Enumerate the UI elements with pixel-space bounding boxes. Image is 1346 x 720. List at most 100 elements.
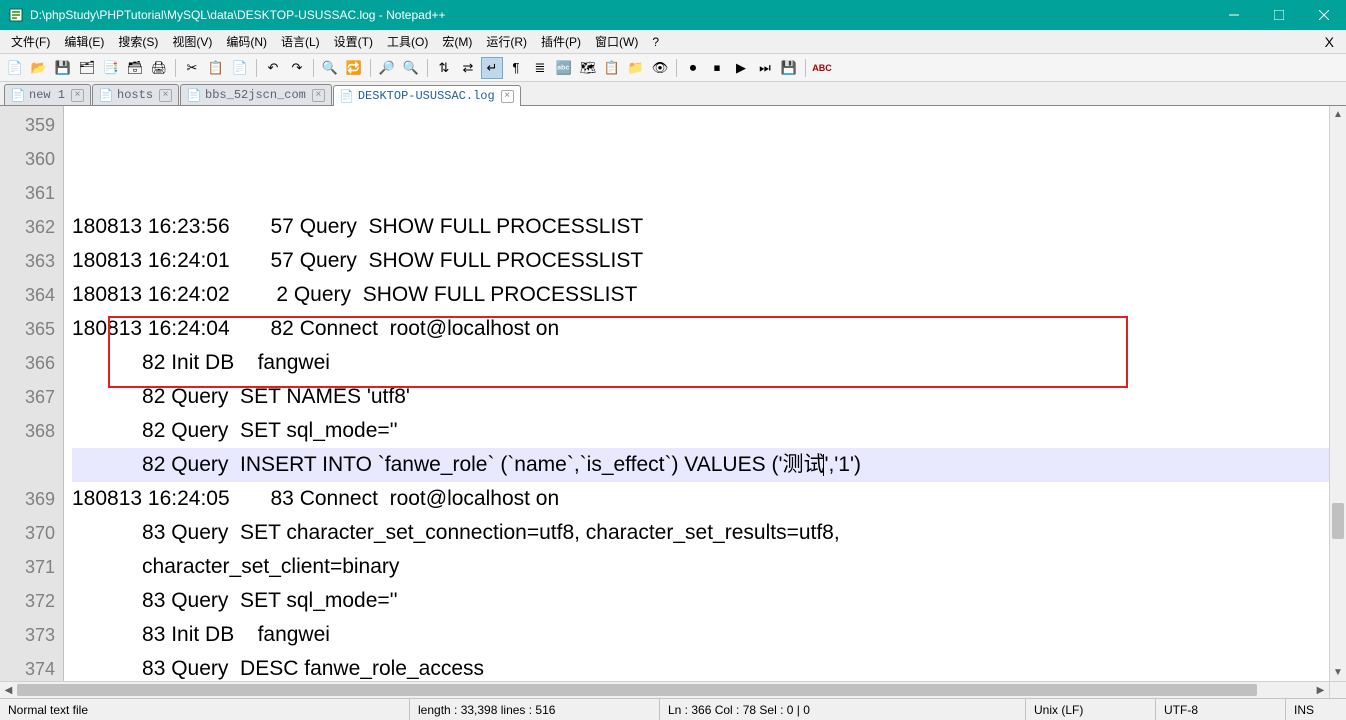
horizontal-scrollbar[interactable]: ◀ ▶ bbox=[0, 681, 1346, 698]
scroll-down-icon[interactable]: ▼ bbox=[1330, 664, 1346, 681]
close-button[interactable] bbox=[1301, 0, 1346, 30]
vertical-scrollbar[interactable]: ▲ ▼ bbox=[1329, 106, 1346, 681]
minimize-button[interactable] bbox=[1211, 0, 1256, 30]
code-line[interactable]: 82 Init DB fangwei bbox=[72, 346, 1329, 380]
code-line[interactable]: 180813 16:24:05 83 Connect root@localhos… bbox=[72, 482, 1329, 516]
line-number: 369 bbox=[0, 482, 63, 516]
maximize-button[interactable] bbox=[1256, 0, 1301, 30]
indent-guide-icon[interactable]: ≣ bbox=[529, 57, 551, 79]
tab-close-icon[interactable]: × bbox=[312, 89, 325, 102]
save-icon[interactable]: 💾 bbox=[52, 57, 74, 79]
close-all-icon[interactable]: 🗃 bbox=[124, 57, 146, 79]
menubar-restore-button[interactable]: X bbox=[1317, 34, 1342, 50]
redo-icon[interactable]: ↷ bbox=[286, 57, 308, 79]
scroll-up-icon[interactable]: ▲ bbox=[1330, 106, 1346, 123]
code-line[interactable]: 83 Init DB fangwei bbox=[72, 618, 1329, 652]
status-length: length : 33,398 lines : 516 bbox=[410, 699, 660, 720]
menu-run[interactable]: 运行(R) bbox=[479, 31, 534, 52]
sync-v-icon[interactable]: ⇅ bbox=[433, 57, 455, 79]
sync-h-icon[interactable]: ⇄ bbox=[457, 57, 479, 79]
scroll-left-icon[interactable]: ◀ bbox=[0, 682, 17, 699]
code-area[interactable]: 180813 16:23:56 57 Query SHOW FULL PROCE… bbox=[64, 106, 1329, 681]
stop-macro-icon[interactable]: ⏹ bbox=[706, 57, 728, 79]
code-line[interactable]: 82 Query SET sql_mode='' bbox=[72, 414, 1329, 448]
copy-icon[interactable]: 📋 bbox=[205, 57, 227, 79]
tab-bbs[interactable]: 📄 bbs_52jscn_com × bbox=[180, 84, 332, 105]
code-line[interactable]: 180813 16:24:04 82 Connect root@localhos… bbox=[72, 312, 1329, 346]
undo-icon[interactable]: ↶ bbox=[262, 57, 284, 79]
tab-label: bbs_52jscn_com bbox=[205, 88, 306, 102]
monitor-icon[interactable]: 👁 bbox=[649, 57, 671, 79]
print-icon[interactable]: 🖨 bbox=[148, 57, 170, 79]
code-line[interactable]: 83 Query SET sql_mode='' bbox=[72, 584, 1329, 618]
zoom-out-icon[interactable]: 🔍 bbox=[400, 57, 422, 79]
tab-close-icon[interactable]: × bbox=[71, 89, 84, 102]
save-macro-icon[interactable]: 💾 bbox=[778, 57, 800, 79]
code-line[interactable]: character_set_client=binary bbox=[72, 550, 1329, 584]
scroll-track-h[interactable] bbox=[17, 682, 1312, 698]
menu-view[interactable]: 视图(V) bbox=[165, 31, 219, 52]
tab-label: hosts bbox=[117, 88, 153, 102]
file-icon: 📄 bbox=[99, 88, 113, 102]
scroll-track[interactable] bbox=[1330, 123, 1346, 664]
menu-window[interactable]: 窗口(W) bbox=[588, 31, 645, 52]
tab-close-icon[interactable]: × bbox=[159, 89, 172, 102]
save-all-icon[interactable]: 🗂 bbox=[76, 57, 98, 79]
status-ins[interactable]: INS bbox=[1286, 699, 1346, 720]
line-number: 368 bbox=[0, 414, 63, 448]
text-caret bbox=[823, 454, 824, 476]
doc-map-icon[interactable]: 🗺 bbox=[577, 57, 599, 79]
status-eol[interactable]: Unix (LF) bbox=[1026, 699, 1156, 720]
line-number: 365 bbox=[0, 312, 63, 346]
show-all-chars-icon[interactable]: ¶ bbox=[505, 57, 527, 79]
tabbar: 📄 new 1 × 📄 hosts × 📄 bbs_52jscn_com × 📄… bbox=[0, 82, 1346, 106]
code-line[interactable]: 180813 16:24:02 2 Query SHOW FULL PROCES… bbox=[72, 278, 1329, 312]
find-icon[interactable]: 🔍 bbox=[319, 57, 341, 79]
tab-close-icon[interactable]: × bbox=[501, 90, 514, 103]
menu-language[interactable]: 语言(L) bbox=[274, 31, 327, 52]
menu-help[interactable]: ? bbox=[645, 33, 666, 51]
paste-icon[interactable]: 📄 bbox=[229, 57, 251, 79]
code-line[interactable]: 82 Query SET NAMES 'utf8' bbox=[72, 380, 1329, 414]
open-file-icon[interactable]: 📂 bbox=[28, 57, 50, 79]
scroll-right-icon[interactable]: ▶ bbox=[1312, 682, 1329, 699]
code-line[interactable]: 83 Query SET character_set_connection=ut… bbox=[72, 516, 1329, 550]
func-list-icon[interactable]: 📋 bbox=[601, 57, 623, 79]
toolbar-separator bbox=[370, 59, 371, 77]
play-multi-icon[interactable]: ⏭ bbox=[754, 57, 776, 79]
menu-file[interactable]: 文件(F) bbox=[4, 31, 57, 52]
scroll-thumb[interactable] bbox=[1332, 503, 1344, 539]
menu-macro[interactable]: 宏(M) bbox=[435, 31, 479, 52]
menu-edit[interactable]: 编辑(E) bbox=[57, 31, 111, 52]
cut-icon[interactable]: ✂ bbox=[181, 57, 203, 79]
record-macro-icon[interactable]: ⏺ bbox=[682, 57, 704, 79]
wordwrap-icon[interactable]: ↵ bbox=[481, 57, 503, 79]
status-filetype: Normal text file bbox=[0, 699, 410, 720]
line-number: 360 bbox=[0, 142, 63, 176]
user-lang-icon[interactable]: 🔤 bbox=[553, 57, 575, 79]
play-macro-icon[interactable]: ▶ bbox=[730, 57, 752, 79]
folder-icon[interactable]: 📁 bbox=[625, 57, 647, 79]
spellcheck-icon[interactable]: ABC bbox=[811, 57, 833, 79]
code-line[interactable]: 83 Query DESC fanwe_role_access bbox=[72, 652, 1329, 681]
code-line[interactable]: 180813 16:23:56 57 Query SHOW FULL PROCE… bbox=[72, 210, 1329, 244]
menu-settings[interactable]: 设置(T) bbox=[327, 31, 380, 52]
code-line[interactable]: 180813 16:24:01 57 Query SHOW FULL PROCE… bbox=[72, 244, 1329, 278]
menu-search[interactable]: 搜索(S) bbox=[111, 31, 165, 52]
line-number: 367 bbox=[0, 380, 63, 414]
tab-hosts[interactable]: 📄 hosts × bbox=[92, 84, 179, 105]
tab-desktop-log[interactable]: 📄 DESKTOP-USUSSAC.log × bbox=[333, 85, 521, 106]
replace-icon[interactable]: 🔁 bbox=[343, 57, 365, 79]
toolbar-separator bbox=[427, 59, 428, 77]
menu-plugins[interactable]: 插件(P) bbox=[534, 31, 588, 52]
line-number-gutter: 3593603613623633643653663673683693703713… bbox=[0, 106, 64, 681]
new-file-icon[interactable]: 📄 bbox=[4, 57, 26, 79]
status-encoding[interactable]: UTF-8 bbox=[1156, 699, 1286, 720]
scroll-thumb-h[interactable] bbox=[17, 684, 1257, 696]
tab-new-1[interactable]: 📄 new 1 × bbox=[4, 84, 91, 105]
menu-tools[interactable]: 工具(O) bbox=[380, 31, 435, 52]
close-file-icon[interactable]: 📑 bbox=[100, 57, 122, 79]
menu-encoding[interactable]: 编码(N) bbox=[219, 31, 274, 52]
code-line[interactable]: 82 Query INSERT INTO `fanwe_role` (`name… bbox=[72, 448, 1329, 482]
zoom-in-icon[interactable]: 🔎 bbox=[376, 57, 398, 79]
